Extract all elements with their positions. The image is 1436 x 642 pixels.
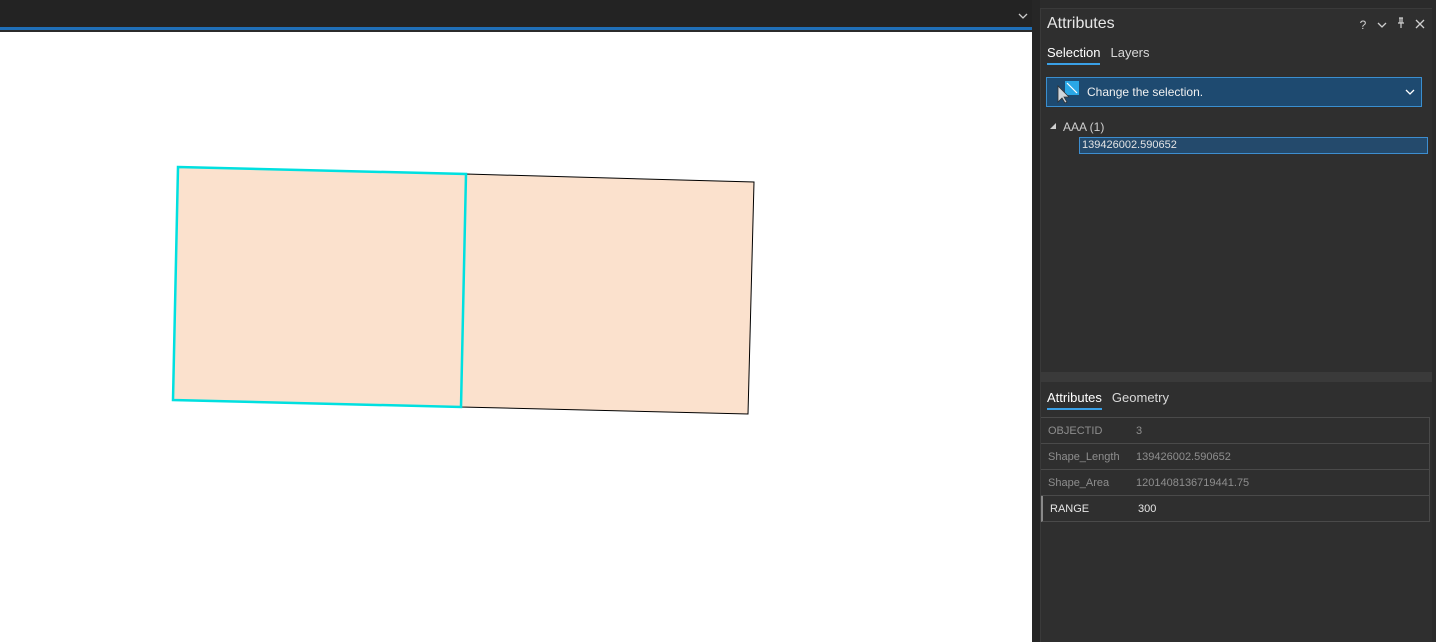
chevron-down-icon[interactable] bbox=[1018, 12, 1028, 20]
tab-attributes[interactable]: Attributes bbox=[1047, 390, 1102, 410]
selection-tree: AAA (1) 139426002.590652 bbox=[1049, 119, 1429, 155]
tab-selection[interactable]: Selection bbox=[1047, 45, 1101, 65]
selection-dropdown-label: Change the selection. bbox=[1087, 85, 1204, 99]
detail-tabs: Attributes Geometry bbox=[1047, 390, 1169, 410]
tab-geometry[interactable]: Geometry bbox=[1112, 390, 1169, 410]
chevron-down-icon bbox=[1405, 89, 1415, 95]
map-view-tab-strip bbox=[0, 0, 1034, 30]
tree-feature-item[interactable]: 139426002.590652 bbox=[1079, 137, 1428, 154]
collapse-triangle-icon[interactable] bbox=[1049, 122, 1057, 130]
attribute-field: OBJECTID bbox=[1048, 424, 1103, 437]
map-canvas[interactable] bbox=[0, 32, 1032, 642]
pane-tabs: Selection Layers bbox=[1047, 45, 1150, 65]
attribute-row-shape-area: Shape_Area 1201408136719441.75 bbox=[1041, 470, 1430, 496]
attribute-field: Shape_Length bbox=[1048, 450, 1120, 463]
attribute-value: 1201408136719441.75 bbox=[1136, 476, 1250, 489]
horizontal-splitter[interactable] bbox=[1041, 372, 1432, 382]
tree-layer-label: AAA (1) bbox=[1063, 120, 1105, 134]
tree-feature-row[interactable]: 139426002.590652 bbox=[1049, 137, 1429, 155]
tab-layers[interactable]: Layers bbox=[1110, 45, 1149, 65]
attribute-value: 3 bbox=[1136, 424, 1143, 437]
attribute-row-range[interactable]: RANGE 300 bbox=[1041, 496, 1430, 522]
attribute-value-input[interactable]: 300 bbox=[1138, 503, 1156, 515]
feature-polygon-unselected[interactable] bbox=[460, 173, 755, 415]
attribute-value: 139426002.590652 bbox=[1136, 450, 1231, 463]
close-icon[interactable] bbox=[1414, 18, 1426, 32]
chevron-down-icon[interactable] bbox=[1376, 18, 1388, 32]
selection-dropdown[interactable]: Change the selection. bbox=[1046, 77, 1422, 107]
attribute-field: Shape_Area bbox=[1048, 476, 1110, 489]
pin-icon[interactable] bbox=[1395, 17, 1407, 32]
attributes-pane: Attributes ? Selection Layers Change the… bbox=[1040, 8, 1432, 642]
attribute-field: RANGE bbox=[1050, 502, 1090, 515]
attribute-row-objectid: OBJECTID 3 bbox=[1041, 418, 1430, 444]
attribute-row-shape-length: Shape_Length 139426002.590652 bbox=[1041, 444, 1430, 470]
pane-title: Attributes bbox=[1047, 15, 1115, 32]
select-tool-icon bbox=[1057, 81, 1079, 104]
pane-controls: ? bbox=[1357, 17, 1426, 32]
help-icon[interactable]: ? bbox=[1357, 18, 1369, 32]
tree-layer-row[interactable]: AAA (1) bbox=[1049, 119, 1429, 137]
attribute-table: OBJECTID 3 Shape_Length 139426002.590652… bbox=[1041, 417, 1430, 522]
pane-splitter[interactable] bbox=[1032, 0, 1040, 642]
feature-polygon-selected[interactable] bbox=[171, 165, 468, 409]
map-view[interactable] bbox=[0, 32, 1032, 642]
